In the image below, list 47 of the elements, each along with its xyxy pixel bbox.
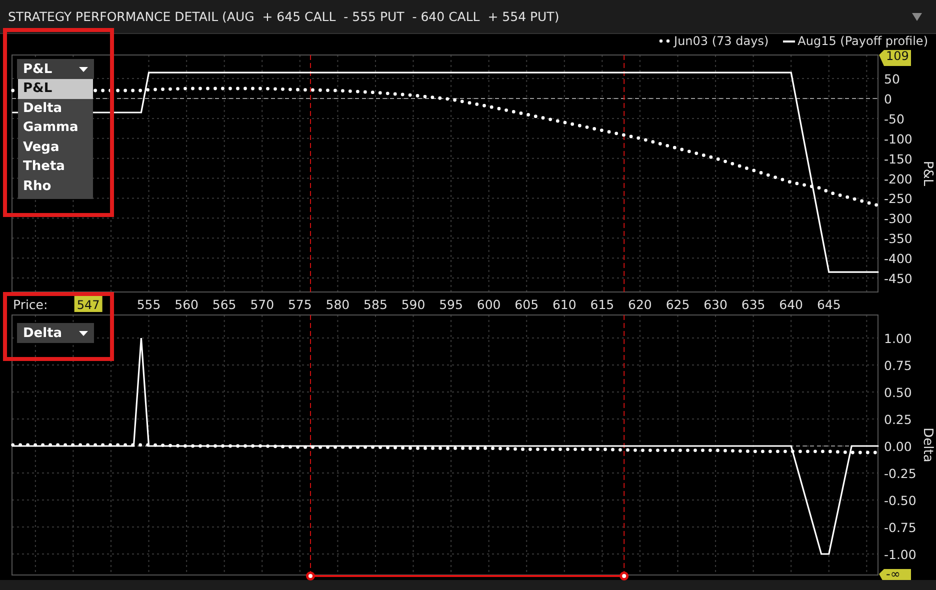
axis-tick-label: 0.00: [884, 439, 912, 454]
axis-tick-label: 1.00: [884, 331, 912, 346]
axis-tick-label: 590: [401, 297, 426, 312]
axis-tick-label: 630: [704, 297, 728, 312]
axis-title: Delta: [920, 428, 935, 462]
axis-tick-label: 50: [884, 72, 900, 87]
axis-tick-label: 615: [590, 297, 614, 312]
axis-tick-label: 635: [741, 297, 766, 312]
axis-tick-label: 585: [364, 297, 388, 312]
axis-tick-label: 600: [476, 297, 501, 312]
axis-tick-label: 580: [326, 297, 350, 312]
axis-tick-label: -0.50: [884, 493, 916, 508]
axis-tick-label: 0: [884, 92, 892, 106]
axis-tick-label: 620: [628, 297, 652, 312]
axis-tick-label: 645: [816, 297, 841, 312]
axis-tick-label: -200: [884, 171, 912, 186]
axis-tick-label: -100: [884, 131, 912, 146]
axis-tick-label: -150: [884, 151, 912, 166]
axis-tick-label: 575: [288, 297, 312, 312]
axis-tick-label: 625: [666, 297, 690, 312]
axis-tick-label: 570: [250, 297, 274, 312]
axis-tick-label: 610: [552, 297, 576, 312]
axis-tick-label: 565: [212, 297, 236, 312]
axis-tick-label: -0.75: [884, 520, 916, 536]
axis-tick-label: -400: [884, 251, 912, 266]
legend-label: Aug15 (Payoff profile): [798, 34, 928, 48]
price-label: Price:: [13, 297, 48, 312]
axis-tick-label: 0.75: [884, 358, 912, 373]
axis-tick-label: -350: [884, 231, 912, 246]
axis-tick-label: 0.25: [884, 412, 912, 428]
axis-tick-label: 555: [136, 297, 161, 312]
legend-label: Jun03 (73 days): [674, 34, 769, 48]
axis-tick-label: 595: [439, 297, 463, 312]
axis-tick-label: -300: [884, 211, 912, 226]
axis-tick-label: -50: [884, 111, 904, 126]
axis-title: P&L: [920, 160, 935, 186]
axis-tick-label: -0.25: [884, 466, 916, 482]
axis-tick-label: -450: [884, 271, 912, 286]
axis-tick-label: 0.50: [884, 385, 912, 400]
max-value-marker: 109: [879, 49, 911, 66]
min-value-marker: -∞: [879, 567, 911, 580]
axis-tick-label: -250: [884, 191, 912, 206]
axis-tick-label: 560: [174, 297, 198, 312]
window-title: STRATEGY PERFORMANCE DETAIL (AUG + 645 CALL - 555 PUT - 640 CALL + 554 PUT): [8, 9, 560, 24]
axis-tick-label: -1.00: [884, 547, 916, 562]
axis-tick-label: 640: [779, 297, 804, 312]
axis-tick-label: 605: [514, 297, 539, 312]
